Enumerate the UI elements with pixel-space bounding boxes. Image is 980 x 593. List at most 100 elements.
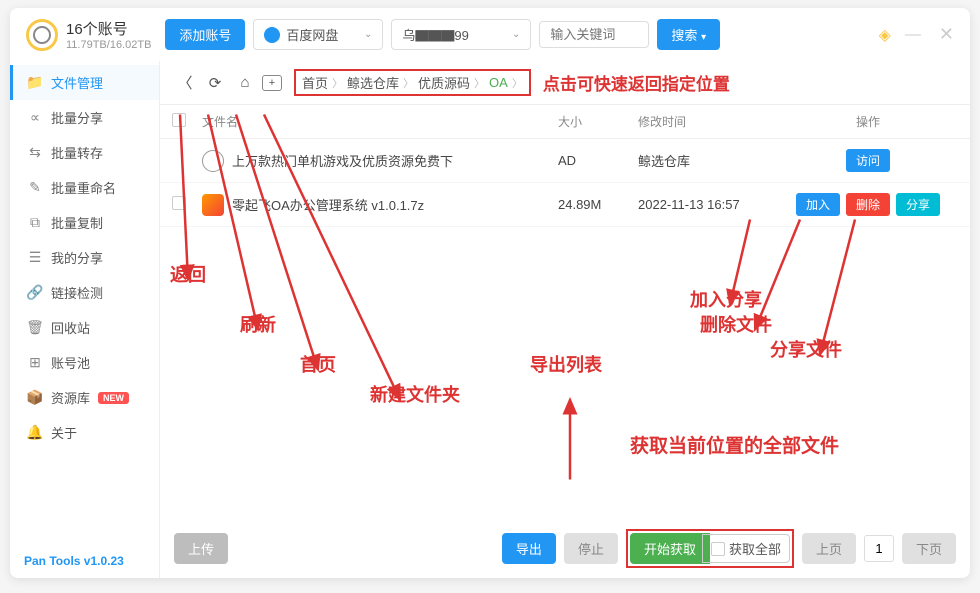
annotation-get-all: 获取当前位置的全部文件 (630, 431, 839, 458)
table-row: 零起飞OA办公管理系统 v1.0.1.7z 24.89M2022-11-13 16… (160, 183, 970, 227)
get-all-checkbox[interactable]: 获取全部 (702, 534, 790, 563)
search-input[interactable] (539, 21, 649, 48)
new-folder-icon[interactable]: + (262, 75, 282, 91)
sidebar: 📁 文件管理 ∝ 批量分享 ⇆ 批量转存 ✎ 批量重命名 ⧉ 批量复制 ☰我的分享🔗链接检测🗑回收站… (10, 61, 160, 578)
share-icon: ∝ (27, 110, 43, 126)
col-ops: 操作 (778, 113, 958, 130)
chevron-right-icon: 〉 (512, 75, 523, 91)
bell-icon: 🔔 (27, 425, 43, 441)
back-icon[interactable]: 〈 (172, 70, 198, 96)
chevron-right-icon: 〉 (403, 75, 414, 91)
sidebar-item-rename[interactable]: ✎ 批量重命名 (10, 170, 159, 205)
sidebar-item-myshare[interactable]: ☰我的分享 (10, 240, 159, 275)
page-input[interactable] (864, 535, 894, 562)
chevron-down-icon: ⌄ (364, 29, 372, 40)
cloud-icon (264, 27, 280, 43)
breadcrumb-item[interactable]: 首页 (302, 73, 328, 92)
col-name[interactable]: 文件名 (202, 113, 558, 130)
bottom-bar: 上传 导出 停止 开始获取 获取全部 上页 下页 (160, 519, 970, 578)
sidebar-item-link[interactable]: 🔗链接检测 (10, 275, 159, 310)
row-分享-button[interactable]: 分享 (896, 193, 940, 216)
rename-icon: ✎ (27, 180, 43, 196)
row-删除-button[interactable]: 删除 (846, 193, 890, 216)
export-button[interactable]: 导出 (502, 533, 556, 564)
home-icon[interactable]: ⌂ (232, 70, 258, 96)
header: 16个账号 11.79TB/16.02TB 添加账号 百度网盘 ⌄ 乌▇▇▇99… (10, 8, 970, 61)
file-time: 2022-11-13 16:57 (638, 197, 778, 212)
breadcrumb-item[interactable]: 鲸选仓库 (347, 73, 399, 92)
sidebar-item-pool[interactable]: ⊞ 账号池 (10, 345, 159, 380)
add-account-button[interactable]: 添加账号 (165, 19, 245, 50)
prev-page-button[interactable]: 上页 (802, 533, 856, 564)
breadcrumb-item[interactable]: 优质源码 (418, 73, 470, 92)
archive-icon (202, 194, 224, 216)
get-box: 开始获取 获取全部 (626, 529, 794, 568)
annotation-share-file: 分享文件 (770, 336, 842, 362)
sidebar-item-label: 我的分享 (51, 248, 103, 267)
search-button[interactable]: 搜索 ▾ (657, 19, 720, 50)
cloud-service-select[interactable]: 百度网盘 ⌄ (253, 19, 383, 50)
col-time[interactable]: 修改时间 (638, 113, 778, 130)
sidebar-item-label: 账号池 (51, 353, 90, 372)
box-icon: 📦 (27, 390, 43, 406)
file-size: 24.89M (558, 197, 638, 212)
close-icon[interactable]: ✕ (939, 24, 954, 45)
annotation-breadcrumb: 点击可快速返回指定位置 (543, 70, 730, 95)
sidebar-item-label: 批量转存 (51, 143, 103, 162)
file-size: AD (558, 153, 638, 168)
chevron-right-icon: 〉 (474, 75, 485, 91)
sidebar-item-label: 文件管理 (51, 73, 103, 92)
start-fetch-button[interactable]: 开始获取 (630, 533, 710, 564)
breadcrumb-item[interactable]: OA (489, 75, 508, 90)
sidebar-item-share[interactable]: ∝ 批量分享 (10, 100, 159, 135)
sidebar-item-transfer[interactable]: ⇆ 批量转存 (10, 135, 159, 170)
sidebar-item-label: 批量分享 (51, 108, 103, 127)
next-page-button[interactable]: 下页 (902, 533, 956, 564)
table-row: 上万款热门单机游戏及优质资源免费下 AD鲸选仓库 访问 (160, 139, 970, 183)
annotation-back: 返回 (170, 261, 206, 287)
sidebar-item-label: 批量重命名 (51, 178, 116, 197)
row-checkbox[interactable] (172, 196, 186, 210)
pool-icon: ⊞ (27, 355, 43, 371)
sidebar-item-label: 批量复制 (51, 213, 103, 232)
version-label: Pan Tools v1.0.23 (10, 544, 159, 578)
sidebar-item-copy[interactable]: ⧉ 批量复制 (10, 205, 159, 240)
col-size[interactable]: 大小 (558, 113, 638, 130)
sidebar-item-label: 资源库 (51, 388, 90, 407)
account-select[interactable]: 乌▇▇▇99 ⌄ (391, 19, 531, 50)
folder-icon: 📁 (27, 75, 43, 91)
file-name: 上万款热门单机游戏及优质资源免费下 (232, 151, 453, 170)
sidebar-item-box[interactable]: 📦 资源库 NEW (10, 380, 159, 415)
stop-button[interactable]: 停止 (564, 533, 618, 564)
breadcrumb: 首页〉鲸选仓库〉优质源码〉OA〉 (294, 69, 531, 96)
minimize-icon[interactable]: — (905, 26, 921, 44)
storage-info: 11.79TB/16.02TB (66, 39, 151, 51)
transfer-icon: ⇆ (27, 145, 43, 161)
row-访问-button[interactable]: 访问 (846, 149, 890, 172)
sidebar-item-label: 回收站 (51, 318, 90, 337)
sidebar-item-label: 链接检测 (51, 283, 103, 302)
copy-icon: ⧉ (27, 215, 43, 231)
upload-button[interactable]: 上传 (174, 533, 228, 564)
file-name: 零起飞OA办公管理系统 v1.0.1.7z (232, 195, 424, 214)
annotation-home: 首页 (300, 351, 336, 377)
chevron-down-icon: ⌄ (512, 29, 520, 40)
diamond-icon[interactable]: ◈ (879, 25, 891, 45)
globe-icon (202, 150, 224, 172)
sidebar-item-trash[interactable]: 🗑回收站 (10, 310, 159, 345)
toolbar: 〈 ⟳ ⌂ + 首页〉鲸选仓库〉优质源码〉OA〉 点击可快速返回指定位置 (160, 61, 970, 105)
main-panel: 〈 ⟳ ⌂ + 首页〉鲸选仓库〉优质源码〉OA〉 点击可快速返回指定位置 文件名… (160, 61, 970, 578)
sidebar-item-label: 关于 (51, 423, 77, 442)
new-badge: NEW (98, 392, 129, 404)
file-time: 鲸选仓库 (638, 151, 778, 170)
annotation-add-share: 加入分享 (690, 286, 762, 312)
select-all-checkbox[interactable] (172, 113, 186, 127)
annotation-del-file: 删除文件 (700, 311, 772, 337)
row-加入-button[interactable]: 加入 (796, 193, 840, 216)
account-count: 16个账号 (66, 18, 151, 39)
refresh-icon[interactable]: ⟳ (202, 70, 228, 96)
annotation-newfolder: 新建文件夹 (370, 381, 460, 407)
chevron-right-icon: 〉 (332, 75, 343, 91)
sidebar-item-folder[interactable]: 📁 文件管理 (10, 65, 159, 100)
sidebar-item-bell[interactable]: 🔔 关于 (10, 415, 159, 450)
